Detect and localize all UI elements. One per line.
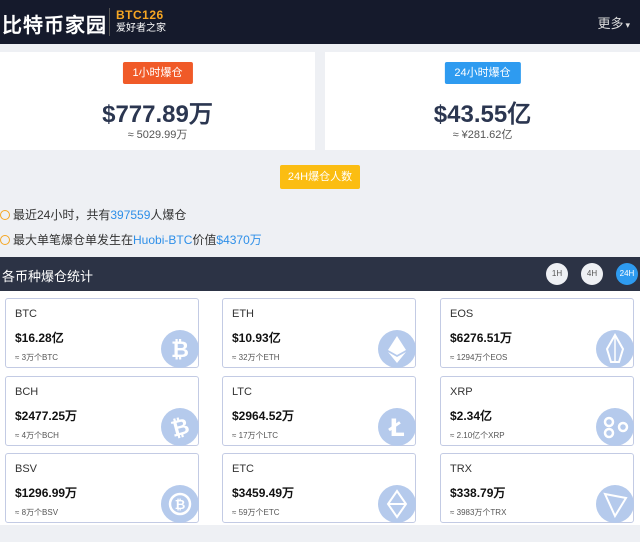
coin-amount: ≈ 8万个BSV — [15, 508, 59, 517]
top-header: 比特币家园 BTC126 爱好者之家 更多 ▾ — [0, 0, 640, 44]
site-brand[interactable]: 比特币家园 — [2, 9, 107, 38]
coin-card-bsv[interactable]: BSV $1296.99万 ≈ 8万个BSV ₿ — [5, 453, 199, 523]
logo-text: BTC126 — [116, 8, 164, 22]
svg-text:₿: ₿ — [175, 498, 186, 513]
coin-value: $2964.52万 — [232, 409, 295, 423]
coin-name: TRX — [450, 463, 472, 475]
people-24h-button[interactable]: 24H爆仓人数 — [280, 165, 360, 189]
logo-subtitle: 爱好者之家 — [116, 23, 166, 34]
coin-card-btc[interactable]: BTC $16.28亿 ≈ 3万个BTC ₿ — [5, 298, 199, 368]
coin-amount: ≈ 1294万个EOS — [450, 353, 508, 362]
bitcoin-cash-icon: ₿ — [161, 408, 199, 446]
coin-card-eos[interactable]: EOS $6276.51万 ≈ 1294万个EOS — [440, 298, 634, 368]
time-filter-1h[interactable]: 1H — [546, 263, 568, 285]
info-text: 最大单笔爆仓单发生在 — [13, 233, 134, 247]
sun-icon — [0, 210, 10, 220]
coin-amount: ≈ 32万个ETH — [232, 353, 280, 362]
bitcoin-icon: ₿ — [161, 330, 199, 368]
coin-name: LTC — [232, 386, 252, 398]
coin-card-eth[interactable]: ETH $10.93亿 ≈ 32万个ETH — [222, 298, 416, 368]
section-title: 各币种爆仓统计 — [2, 269, 94, 284]
coin-value: $2.34亿 — [450, 409, 493, 423]
stat-card-24h: 24小时爆仓 $43.55亿 ≈ ¥281.62亿 — [325, 52, 640, 150]
more-label: 更多 — [597, 16, 624, 31]
ethereum-icon — [378, 330, 416, 368]
eos-icon — [596, 330, 634, 368]
coin-amount: ≈ 2.10亿个XRP — [450, 431, 505, 440]
svg-text:₿: ₿ — [171, 338, 189, 363]
coin-name: ETH — [232, 308, 254, 320]
svg-text:Ł: Ł — [387, 414, 404, 442]
bitcoin-sv-icon: ₿ — [161, 485, 199, 523]
stat-24h-value: $43.55亿 — [433, 101, 532, 128]
coin-name: ETC — [232, 463, 254, 475]
coin-value: $6276.51万 — [450, 331, 513, 345]
coin-amount: ≈ 3万个BTC — [15, 353, 59, 362]
coin-card-etc[interactable]: ETC $3459.49万 ≈ 59万个ETC — [222, 453, 416, 523]
people-info-line: 最近24小时，共有397559人爆仓 — [0, 206, 186, 223]
coin-name: EOS — [450, 308, 474, 320]
coin-card-trx[interactable]: TRX $338.79万 ≈ 3983万个TRX — [440, 453, 634, 523]
coin-name: BTC — [15, 308, 37, 320]
people-count: 397559 — [110, 208, 151, 222]
coin-amount: ≈ 17万个LTC — [232, 431, 279, 440]
coin-value: $1296.99万 — [15, 486, 78, 500]
largest-order-value: $4370万 — [216, 233, 262, 247]
liquidation-summary: 1小时爆仓 $777.89万 ≈ 5029.99万 24小时爆仓 $43.55亿… — [0, 52, 640, 150]
info-text: 价值 — [192, 233, 217, 247]
stat-1h-value: $777.89万 — [102, 101, 213, 128]
coin-amount: ≈ 59万个ETC — [232, 508, 280, 517]
coin-name: XRP — [450, 386, 473, 398]
coin-name: BCH — [15, 386, 39, 398]
stat-24h-label[interactable]: 24小时爆仓 — [444, 62, 521, 84]
svg-text:₿: ₿ — [168, 414, 192, 443]
coin-name: BSV — [15, 463, 38, 475]
ethereum-classic-icon — [378, 485, 416, 523]
more-menu[interactable]: 更多 ▾ — [597, 13, 630, 32]
stat-card-1h: 1小时爆仓 $777.89万 ≈ 5029.99万 — [0, 52, 315, 150]
coin-card-ltc[interactable]: LTC $2964.52万 ≈ 17万个LTC Ł — [222, 376, 416, 446]
site-logo[interactable]: BTC126 爱好者之家 — [109, 8, 166, 36]
coin-amount: ≈ 4万个BCH — [15, 431, 59, 440]
stat-1h-cny: ≈ 5029.99万 — [127, 129, 188, 141]
coin-amount: ≈ 3983万个TRX — [450, 508, 507, 517]
coin-value: $16.28亿 — [15, 331, 64, 345]
coin-grid: BTC $16.28亿 ≈ 3万个BTC ₿ ETH $10.93亿 ≈ 32万… — [0, 291, 640, 525]
coin-card-xrp[interactable]: XRP $2.34亿 ≈ 2.10亿个XRP — [440, 376, 634, 446]
time-filter-24h[interactable]: 24H — [616, 263, 638, 285]
coin-value: $3459.49万 — [232, 486, 295, 500]
tron-icon — [596, 485, 634, 523]
chevron-down-icon: ▾ — [625, 20, 630, 30]
largest-order-line: 最大单笔爆仓单发生在Huobi-BTC价值$4370万 — [0, 231, 262, 248]
coin-card-bch[interactable]: BCH $2477.25万 ≈ 4万个BCH ₿ — [5, 376, 199, 446]
page-footer-space — [0, 525, 640, 542]
coin-value: $10.93亿 — [232, 331, 281, 345]
exchange-link[interactable]: Huobi-BTC — [133, 233, 192, 247]
litecoin-icon: Ł — [378, 408, 416, 446]
ripple-icon — [596, 408, 634, 446]
stat-24h-cny: ≈ ¥281.62亿 — [452, 129, 513, 141]
time-filter-4h[interactable]: 4H — [581, 263, 603, 285]
info-text: 人爆仓 — [150, 208, 187, 222]
coin-value: $338.79万 — [450, 486, 506, 500]
sun-icon — [0, 235, 10, 245]
coin-value: $2477.25万 — [15, 409, 78, 423]
stat-1h-label[interactable]: 1小时爆仓 — [122, 62, 193, 84]
info-text: 最近24小时，共有 — [13, 208, 111, 222]
coin-section-header: 各币种爆仓统计 1H 4H 24H — [0, 257, 640, 291]
